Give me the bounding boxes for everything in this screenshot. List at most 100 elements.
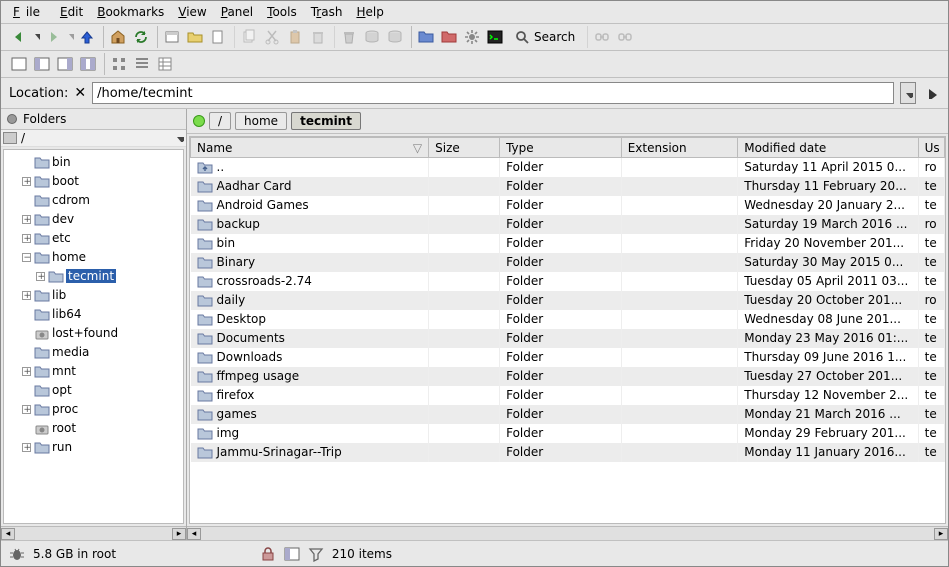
- menu-tools[interactable]: Tools: [261, 3, 303, 21]
- view-details-button[interactable]: [154, 53, 176, 75]
- tree-item-root[interactable]: root: [4, 418, 183, 437]
- col-type[interactable]: Type: [500, 138, 622, 158]
- cut-button[interactable]: [261, 26, 283, 48]
- folder-icon: [197, 331, 213, 345]
- blue-folder-icon[interactable]: [415, 26, 437, 48]
- new-tab-button[interactable]: [161, 26, 183, 48]
- copy-button[interactable]: [238, 26, 260, 48]
- table-row[interactable]: Android GamesFolderWednesday 20 January …: [191, 196, 945, 215]
- folder-icon: [197, 312, 213, 326]
- table-row[interactable]: binFolderFriday 20 November 201...te: [191, 234, 945, 253]
- tree-item-media[interactable]: media: [4, 342, 183, 361]
- tree-item-cdrom[interactable]: cdrom: [4, 190, 183, 209]
- table-row[interactable]: dailyFolderTuesday 20 October 201...ro: [191, 291, 945, 310]
- table-row[interactable]: BinaryFolderSaturday 30 May 2015 0...te: [191, 253, 945, 272]
- tree-item-lib[interactable]: +lib: [4, 285, 183, 304]
- breadcrumb-/[interactable]: /: [209, 112, 231, 130]
- new-folder-button[interactable]: [184, 26, 206, 48]
- tree-item-boot[interactable]: +boot: [4, 171, 183, 190]
- link-button[interactable]: [591, 26, 613, 48]
- tree-item-mnt[interactable]: +mnt: [4, 361, 183, 380]
- menu-view[interactable]: View: [172, 3, 212, 21]
- folder-icon: [34, 174, 50, 188]
- tree-item-proc[interactable]: +proc: [4, 399, 183, 418]
- tree-root-selector[interactable]: /: [1, 130, 186, 147]
- breadcrumb-home[interactable]: home: [235, 112, 287, 130]
- up-button[interactable]: [76, 26, 98, 48]
- folder-icon: [197, 407, 213, 421]
- menu-help[interactable]: Help: [350, 3, 389, 21]
- tree-item-lib64[interactable]: lib64: [4, 304, 183, 323]
- menu-panel[interactable]: Panel: [215, 3, 259, 21]
- table-row[interactable]: ffmpeg usageFolderTuesday 27 October 201…: [191, 367, 945, 386]
- pane-right-button[interactable]: [54, 53, 76, 75]
- table-row[interactable]: ..FolderSaturday 11 April 2015 0...ro: [191, 158, 945, 177]
- forward-button[interactable]: [42, 26, 64, 48]
- folder-icon: [197, 293, 213, 307]
- table-row[interactable]: DesktopFolderWednesday 08 June 201...te: [191, 310, 945, 329]
- table-row[interactable]: DocumentsFolderMonday 23 May 2016 01:...…: [191, 329, 945, 348]
- table-row[interactable]: gamesFolderMonday 21 March 2016 ...te: [191, 405, 945, 424]
- col-size[interactable]: Size: [429, 138, 500, 158]
- clear-location-icon[interactable]: ✕: [74, 85, 86, 101]
- table-row[interactable]: backupFolderSaturday 19 March 2016 ...ro: [191, 215, 945, 234]
- table-row[interactable]: Aadhar CardFolderThursday 11 February 20…: [191, 177, 945, 196]
- pane-both-button[interactable]: [77, 53, 99, 75]
- menu-file[interactable]: File: [7, 3, 52, 21]
- home-button[interactable]: [107, 26, 129, 48]
- view-icons-button[interactable]: [108, 53, 130, 75]
- tree-item-dev[interactable]: +dev: [4, 209, 183, 228]
- main-hscroll[interactable]: ◂▸: [187, 526, 948, 540]
- tree-item-tecmint[interactable]: +tecmint: [4, 266, 183, 285]
- col-modified[interactable]: Modified date: [738, 138, 918, 158]
- tree-item-lost+found[interactable]: lost+found: [4, 323, 183, 342]
- col-name[interactable]: Name▽: [191, 138, 429, 158]
- folder-icon: [197, 179, 213, 193]
- location-input[interactable]: [92, 82, 894, 104]
- tree-item-home[interactable]: −home: [4, 247, 183, 266]
- pane-single-button[interactable]: [8, 53, 30, 75]
- file-list[interactable]: Name▽ Size Type Extension Modified date …: [189, 136, 946, 524]
- back-button[interactable]: [8, 26, 30, 48]
- red-folder-icon[interactable]: [438, 26, 460, 48]
- terminal-button[interactable]: [484, 26, 506, 48]
- trash-button[interactable]: [338, 26, 360, 48]
- table-row[interactable]: DownloadsFolderThursday 09 June 2016 1..…: [191, 348, 945, 367]
- refresh-button[interactable]: [130, 26, 152, 48]
- table-row[interactable]: imgFolderMonday 29 February 201...te: [191, 424, 945, 443]
- tree-item-opt[interactable]: opt: [4, 380, 183, 399]
- folder-icon: [197, 198, 213, 212]
- tree-item-bin[interactable]: bin: [4, 152, 183, 171]
- table-row[interactable]: firefoxFolderThursday 12 November 2...te: [191, 386, 945, 405]
- sidebar-hscroll[interactable]: ◂▸: [1, 526, 186, 540]
- breadcrumb-tecmint[interactable]: tecmint: [291, 112, 361, 130]
- go-button[interactable]: [922, 82, 940, 104]
- menu-trash[interactable]: Trash: [305, 3, 349, 21]
- back-history-dropdown[interactable]: [31, 26, 41, 48]
- disk-button-2[interactable]: [384, 26, 406, 48]
- folder-icon: [34, 231, 50, 245]
- delete-button[interactable]: [307, 26, 329, 48]
- view-list-button[interactable]: [131, 53, 153, 75]
- menu-bookmarks[interactable]: Bookmarks: [91, 3, 170, 21]
- col-user[interactable]: Us: [918, 138, 944, 158]
- link-button-2[interactable]: [614, 26, 636, 48]
- location-history-dropdown[interactable]: [900, 82, 916, 104]
- settings-button[interactable]: [461, 26, 483, 48]
- paste-button[interactable]: [284, 26, 306, 48]
- tree-item-run[interactable]: +run: [4, 437, 183, 456]
- sidebar-title: Folders: [23, 112, 66, 126]
- pane-left-button[interactable]: [31, 53, 53, 75]
- disk-button[interactable]: [361, 26, 383, 48]
- forward-history-dropdown[interactable]: [65, 26, 75, 48]
- menu-edit[interactable]: Edit: [54, 3, 89, 21]
- folder-tree[interactable]: bin+bootcdrom+dev+etc−home+tecmint+libli…: [3, 149, 184, 524]
- folder-icon: [34, 307, 50, 321]
- new-file-button[interactable]: [207, 26, 229, 48]
- table-row[interactable]: Jammu-Srinagar--TripFolderMonday 11 Janu…: [191, 443, 945, 462]
- col-extension[interactable]: Extension: [621, 138, 738, 158]
- search-button[interactable]: Search: [507, 26, 582, 48]
- table-row[interactable]: crossroads-2.74FolderTuesday 05 April 20…: [191, 272, 945, 291]
- tree-item-etc[interactable]: +etc: [4, 228, 183, 247]
- bug-icon: [9, 546, 25, 562]
